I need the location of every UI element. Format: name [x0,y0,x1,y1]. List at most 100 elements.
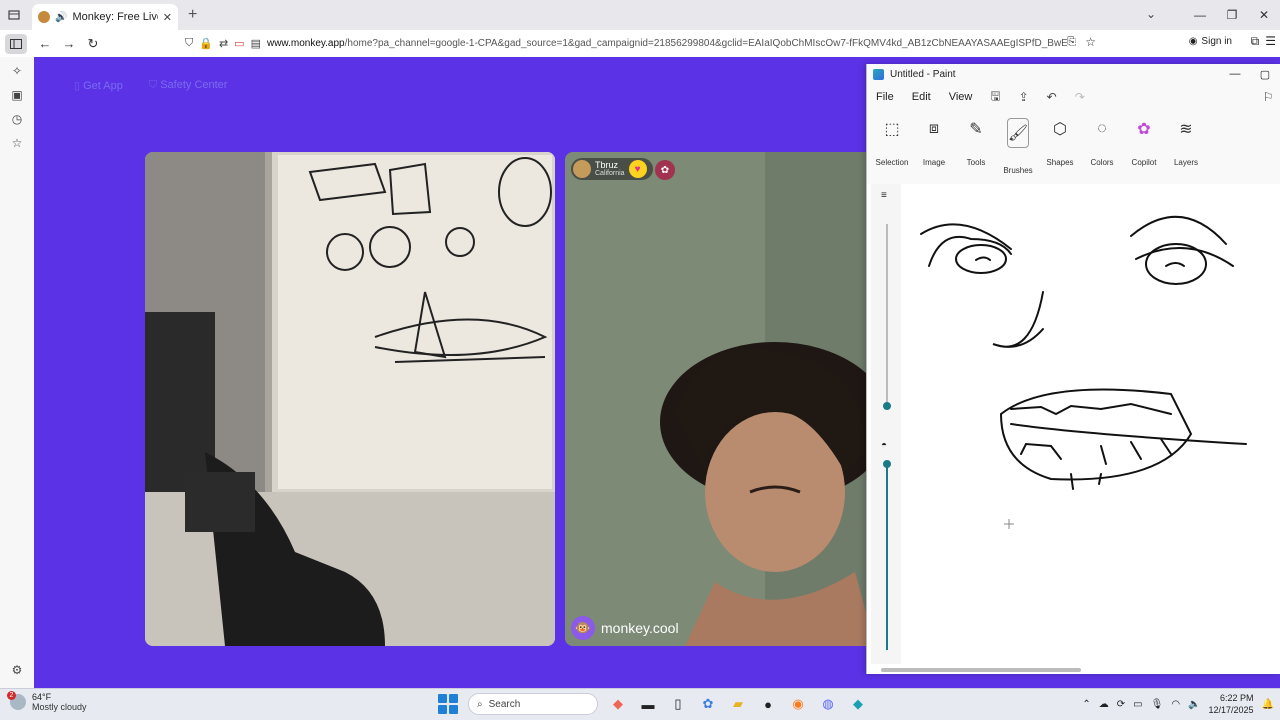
firefox-icon[interactable]: ◉ [788,694,808,714]
toolbar-right: ⧉ ☰ [1251,34,1276,49]
remote-user-location: California [595,170,625,177]
remote-user-chip[interactable]: Tbruz California ♥ [571,158,653,180]
taskbar-search[interactable]: ⌕ Search [468,693,598,715]
size-slider-track[interactable] [886,224,888,404]
new-tab-button[interactable]: + [188,6,197,24]
ribbon-colors[interactable]: ◌ Colors [1081,110,1123,180]
menu-edit[interactable]: Edit [912,91,931,103]
tray-chevron-icon[interactable]: ⌃ [1082,699,1090,710]
feedback-icon[interactable]: ⚐ [1263,90,1274,104]
tab-close-icon[interactable]: ✕ [163,11,172,24]
layers-icon: ≋ [1179,121,1193,138]
tab-title: Monkey: Free Live Video C [72,11,157,23]
github-icon[interactable]: ● [758,694,778,714]
camera-indicator-icon[interactable]: ▭ [234,37,244,50]
canvas-horizontal-scrollbar[interactable] [881,668,1081,672]
paint-drawing-canvas[interactable] [901,184,1280,664]
bookmark-star-icon[interactable]: ☆ [1085,35,1096,49]
ribbon-tools[interactable]: ✎ Tools [955,110,997,180]
speaker-icon[interactable]: 🔊 [55,12,67,23]
forward-button[interactable]: → [57,32,81,56]
sign-in-button[interactable]: ◉ Sign in [1189,36,1232,47]
notification-icon[interactable]: 🔔 [1262,699,1274,710]
size-slider-knob[interactable] [883,402,891,410]
redo-icon[interactable]: ↷ [1075,90,1085,104]
page-info-icon[interactable]: ▤ [251,37,261,50]
share-icon[interactable]: ⇪ [1019,90,1029,104]
undo-icon[interactable]: ↶ [1047,90,1057,104]
ai-chat-icon[interactable]: ✧ [0,59,34,83]
close-window-button[interactable]: ✕ [1248,0,1280,30]
wifi-icon[interactable]: ◠ [1171,699,1180,710]
history-icon[interactable]: ◷ [0,107,34,131]
page-header: ▯ Get App ⛉ Safety Center [74,79,227,92]
local-video-feed [145,152,555,646]
save-icon[interactable]: 🖫 [990,87,1000,108]
get-app-link[interactable]: ▯ Get App [74,79,123,92]
tab-list-chevron-icon[interactable]: ⌄ [1146,7,1156,21]
paint-taskbar-icon[interactable]: ◆ [848,694,868,714]
ribbon-copilot[interactable]: ✿ Copilot [1123,110,1165,180]
browser-sidebar: ✧ ▣ ◷ ☆ ⚙ [0,57,34,688]
shield-icon: ⛉ [148,79,158,91]
brushes-icon: 🖌 [1007,118,1029,148]
extensions-icon[interactable]: ⧉ [1251,34,1260,49]
address-bar[interactable]: ⛉ 🔒 ⇄ ▭ ▤ www.monkey.app/home?pa_channel… [185,33,1085,55]
system-tray: ⌃ ☁ ⟳ ▭ 🎙 ◠ 🔈 6:22 PM 12/17/2025 🔔 [1082,692,1274,716]
onedrive-icon[interactable]: ☁ [1099,699,1109,710]
shapes-icon: ⬡ [1053,121,1067,138]
image-icon: ⧈ [928,120,940,137]
gift-badge-icon[interactable]: ✿ [655,160,675,180]
url-text[interactable]: www.monkey.app/home?pa_channel=google-1-… [267,38,1067,49]
ribbon-shapes[interactable]: ⬡ Shapes [1039,110,1081,180]
lock-icon[interactable]: 🔒 [199,37,213,50]
paint-maximize-button[interactable]: ▢ [1250,64,1280,84]
microphone-icon[interactable]: 🎙 [1151,699,1164,710]
copilot-taskbar-icon[interactable]: ✿ [698,694,718,714]
sync-icon[interactable]: ⟳ [1117,699,1125,710]
settings-gear-icon[interactable]: ⚙ [0,658,34,682]
opacity-slider-knob[interactable] [883,460,891,468]
display-icon[interactable]: ▭ [1133,699,1142,710]
back-button[interactable]: ← [33,32,57,56]
synced-tabs-icon[interactable]: ▣ [0,83,34,107]
ribbon-selection-label: Selection [875,158,909,167]
minimize-button[interactable]: — [1184,0,1216,30]
task-view-icon[interactable]: ▬ [638,694,658,714]
weather-widget[interactable]: 2 64°F Mostly cloudy [7,691,87,712]
paint-minimize-button[interactable]: — [1220,64,1250,84]
colors-icon: ◌ [1097,120,1107,137]
menu-icon[interactable]: ☰ [1265,34,1276,49]
file-explorer-icon[interactable]: ▰ [728,694,748,714]
reader-view-icon[interactable]: ⎘ [1067,36,1076,49]
ribbon-selection[interactable]: ⬚ Selection [871,110,913,180]
weather-temp: 64°F [32,692,52,702]
ribbon-brushes[interactable]: 🖌 Brushes [997,110,1039,180]
monkey-logo-icon: 🐵 [571,616,595,640]
ribbon-tools-label: Tools [966,158,986,167]
clock[interactable]: 6:22 PM 12/17/2025 [1209,692,1254,716]
ribbon-layers[interactable]: ≋ Layers [1165,110,1207,180]
search-label: Search [488,698,521,710]
safety-center-link[interactable]: ⛉ Safety Center [149,79,228,92]
bookmarks-icon[interactable]: ☆ [0,131,34,155]
reload-button[interactable]: ↻ [81,32,105,56]
discord-icon[interactable]: ◍ [818,694,838,714]
ribbon-image[interactable]: ⧈ Image [913,110,955,180]
menu-view[interactable]: View [949,91,973,103]
selection-icon: ⬚ [884,121,900,138]
notepad-icon[interactable]: ▯ [668,694,688,714]
opacity-slider-track[interactable] [886,462,888,650]
sidebar-toggle-button[interactable] [5,33,27,54]
volume-icon[interactable]: 🔈 [1188,699,1200,710]
permissions-icon[interactable]: ⇄ [219,37,228,50]
menu-file[interactable]: File [876,91,894,103]
widget-app-icon[interactable]: ◆ [608,694,628,714]
weather-badge: 2 [7,691,16,700]
tracking-shield-icon[interactable]: ⛉ [185,37,193,50]
tab-actions-icon[interactable] [0,0,28,30]
windows-start-button[interactable] [438,694,458,714]
browser-tab-monkey[interactable]: 🔊 Monkey: Free Live Video C ✕ [32,4,178,30]
heart-icon[interactable]: ♥ [628,160,647,178]
restore-button[interactable]: ❐ [1216,0,1248,30]
